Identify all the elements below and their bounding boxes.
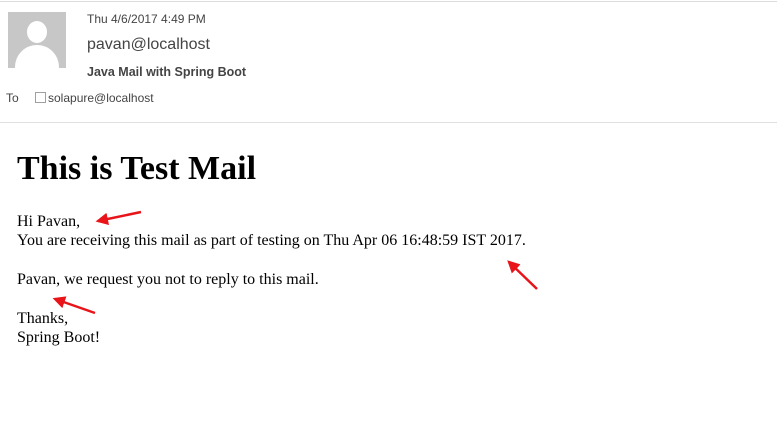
top-divider [0, 1, 777, 2]
recipient-address[interactable]: solapure@localhost [48, 91, 154, 105]
sender-address[interactable]: pavan@localhost [87, 36, 210, 54]
message-subject: Java Mail with Spring Boot [87, 65, 247, 79]
recipient-contact-icon [35, 92, 46, 103]
to-label: To [6, 91, 19, 105]
testing-line: You are receiving this mail as part of t… [17, 232, 526, 249]
signature-line: Spring Boot! [17, 329, 101, 346]
message-date: Thu 4/6/2017 4:49 PM [87, 12, 206, 26]
header-divider [0, 122, 777, 123]
thanks-line: Thanks, [17, 310, 69, 327]
sender-avatar[interactable] [8, 12, 66, 68]
message-body: This is Test Mail Hi Pavan, You are rece… [17, 146, 757, 347]
greeting-line: Hi Pavan, [17, 213, 81, 230]
avatar-body-icon [15, 45, 59, 68]
avatar-head-icon [27, 21, 47, 43]
request-line: Pavan, we request you not to reply to th… [17, 271, 319, 288]
body-heading: This is Test Mail [17, 150, 257, 187]
